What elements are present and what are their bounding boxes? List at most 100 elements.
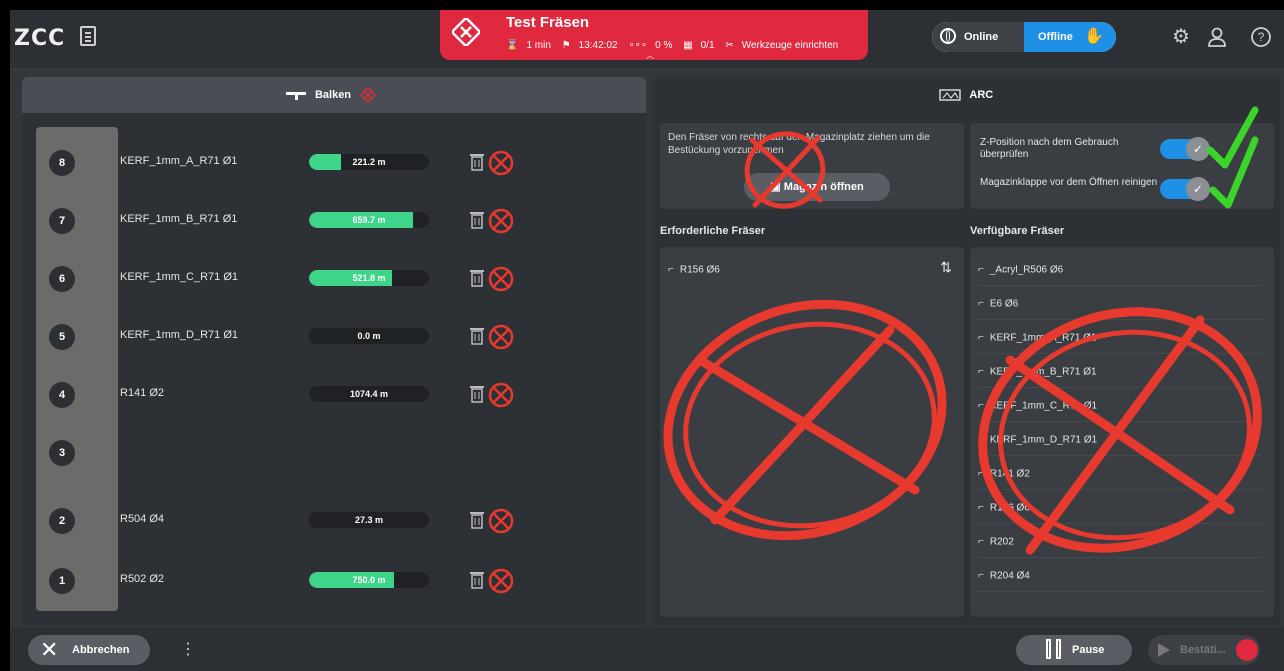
- online-option[interactable]: Online: [932, 22, 1024, 52]
- red-cross-annotation-icon: [488, 382, 514, 408]
- job-diamond-icon: [452, 18, 480, 46]
- available-tool-item[interactable]: ⌐ KERF_1mm_D_R71 Ø1: [978, 425, 1262, 456]
- slot-row-5[interactable]: 5 KERF_1mm_D_R71 Ø1 0.0 m: [22, 317, 646, 357]
- slot-number-badge: 8: [49, 150, 75, 176]
- tool-life-value: 659.7 m: [352, 215, 386, 225]
- tool-life-value: 221.2 m: [352, 157, 386, 167]
- document-icon[interactable]: [80, 26, 96, 46]
- tool-icon: ⌐: [668, 264, 674, 275]
- available-tool-label: E6 Ø6: [989, 298, 1019, 310]
- confirm-label: Bestäti...: [1180, 644, 1226, 656]
- slot-tool-name: KERF_1mm_D_R71 Ø1: [120, 329, 238, 341]
- available-tool-item[interactable]: ⌐ R156 Ø6: [978, 493, 1262, 524]
- open-magazine-button[interactable]: ▣ Magazin öffnen: [744, 173, 890, 201]
- bottom-bar: ✕ Abbrechen ⋮ Pause Bestäti...: [10, 627, 1284, 671]
- scissors-icon: ✂: [725, 40, 734, 51]
- confirm-button[interactable]: Bestäti...: [1148, 635, 1260, 665]
- arc-panel: Den Fräser von rechts auf den Magazinpla…: [652, 113, 1280, 625]
- hourglass-icon: ⌛: [506, 40, 519, 51]
- mode-toggle[interactable]: Online Offline ✋: [932, 22, 1116, 52]
- slot-row-3[interactable]: 3: [22, 433, 646, 473]
- tool-icon: ⌐: [978, 400, 984, 411]
- top-bar: ZCC Test Fräsen ⌛ 1 min ⚑ 13:42:02 ∘∘∘ 0 % …: [10, 10, 1284, 69]
- z-position-toggle[interactable]: [1160, 137, 1210, 161]
- pause-button[interactable]: Pause: [1016, 635, 1132, 665]
- arc-icon: [939, 89, 961, 101]
- red-cross-annotation-icon: [488, 568, 514, 594]
- offline-label: Offline: [1038, 31, 1073, 43]
- magazine-instruction: Den Fräser von rechts auf den Magazinpla…: [668, 132, 930, 156]
- job-progress: 0 %: [655, 40, 673, 51]
- gear-icon[interactable]: ⚙: [1170, 26, 1192, 48]
- available-tool-item[interactable]: ⌐ KERF_1mm_A_R71 Ø1: [978, 323, 1262, 354]
- trash-icon[interactable]: [470, 511, 484, 529]
- tool-life-value: 521.8 m: [352, 273, 386, 283]
- tool-icon: ⌐: [978, 502, 984, 513]
- magazine-slots-panel: 8 KERF_1mm_A_R71 Ø1 221.2 m 7 KERF_1mm_B_R71…: [22, 113, 646, 625]
- tool-life-value: 0.0 m: [357, 331, 381, 341]
- tool-icon: ⌐: [978, 366, 984, 377]
- clean-flap-toggle[interactable]: [1160, 177, 1210, 201]
- trash-icon[interactable]: [470, 153, 484, 171]
- available-tool-item[interactable]: ⌐ R202: [978, 527, 1262, 558]
- available-tool-item[interactable]: ⌐ KERF_1mm_C_R71 Ø1: [978, 391, 1262, 422]
- close-icon: ✕: [40, 637, 59, 662]
- tool-icon: ⌐: [978, 536, 984, 547]
- slot-row-7[interactable]: 7 KERF_1mm_B_R71 Ø1 659.7 m: [22, 201, 646, 241]
- option-z-position: Z-Position nach dem Gebrauch überprüfen: [980, 137, 1119, 160]
- required-heading: Erforderliche Fräser: [660, 225, 766, 237]
- tab-balken[interactable]: Balken: [22, 77, 646, 113]
- machine-diamond-icon: [360, 87, 377, 104]
- tool-icon: ⌐: [978, 264, 984, 275]
- available-tool-item[interactable]: ⌐ E6 Ø6: [978, 289, 1262, 320]
- available-tool-label: KERF_1mm_C_R71 Ø1: [989, 400, 1098, 412]
- trash-icon[interactable]: [470, 211, 484, 229]
- job-banner[interactable]: Test Fräsen ⌛ 1 min ⚑ 13:42:02 ∘∘∘ 0 % ▦ 0/1…: [440, 10, 868, 60]
- more-menu-icon[interactable]: ⋮: [180, 639, 196, 659]
- slot-number-badge: 7: [49, 208, 75, 234]
- required-tool-item[interactable]: ⌐ R156 Ø6: [668, 255, 952, 285]
- red-cross-annotation-icon: [488, 324, 514, 350]
- tool-life-bar: 750.0 m: [309, 572, 429, 588]
- slot-row-1[interactable]: 1 R502 Ø2 750.0 m: [22, 561, 646, 601]
- red-cross-annotation-icon: [488, 266, 514, 292]
- available-tool-item[interactable]: ⌐ _Acryl_R506 Ø6: [978, 255, 1262, 286]
- options-box: Z-Position nach dem Gebrauch überprüfen …: [970, 123, 1274, 209]
- offline-option[interactable]: Offline ✋: [1024, 22, 1116, 52]
- tool-life-bar: 27.3 m: [309, 512, 429, 528]
- play-icon: [1158, 643, 1170, 657]
- tool-life-bar: 221.2 m: [309, 154, 429, 170]
- job-title: Test Fräsen: [506, 14, 590, 31]
- available-tool-item[interactable]: ⌐ KERF_1mm_B_R71 Ø1: [978, 357, 1262, 388]
- available-tool-item[interactable]: ⌐ R204 Ø4: [978, 561, 1262, 592]
- sort-icon[interactable]: ⇅: [940, 259, 952, 276]
- trash-icon[interactable]: [470, 327, 484, 345]
- flag-icon: ⚑: [561, 40, 571, 51]
- available-tool-label: R204 Ø4: [989, 570, 1030, 582]
- required-tools-list: ⌐ R156 Ø6 ⇅: [660, 247, 964, 617]
- slot-row-4[interactable]: 4 R141 Ø2 1074.4 m: [22, 375, 646, 415]
- trash-icon[interactable]: [470, 385, 484, 403]
- slot-row-6[interactable]: 6 KERF_1mm_C_R71 Ø1 521.8 m: [22, 259, 646, 299]
- user-icon[interactable]: [1206, 26, 1228, 48]
- trash-icon[interactable]: [470, 269, 484, 287]
- slot-tool-name: KERF_1mm_C_R71 Ø1: [120, 271, 238, 283]
- cancel-button[interactable]: ✕ Abbrechen: [28, 635, 150, 665]
- slot-number-badge: 4: [49, 382, 75, 408]
- available-tool-item[interactable]: ⌐ R141 Ø2: [978, 459, 1262, 490]
- pause-icon-bar: [1056, 639, 1061, 659]
- available-tool-label: _Acryl_R506 Ø6: [989, 264, 1064, 276]
- job-count: 0/1: [700, 40, 715, 51]
- slot-number-badge: 1: [49, 568, 75, 594]
- slot-row-2[interactable]: 2 R504 Ø4 27.3 m: [22, 501, 646, 541]
- slot-row-8[interactable]: 8 KERF_1mm_A_R71 Ø1 221.2 m: [22, 143, 646, 183]
- chevron-up-icon[interactable]: ︿: [646, 50, 654, 61]
- help-icon[interactable]: ?: [1250, 26, 1272, 48]
- beam-icon: [285, 92, 306, 101]
- magazine-icon: ▣: [770, 181, 784, 193]
- tool-life-bar: 659.7 m: [309, 212, 429, 228]
- tab-arc[interactable]: ARC: [652, 77, 1280, 113]
- available-tool-label: R141 Ø2: [989, 468, 1030, 480]
- available-tool-label: R202: [989, 536, 1014, 548]
- trash-icon[interactable]: [470, 571, 484, 589]
